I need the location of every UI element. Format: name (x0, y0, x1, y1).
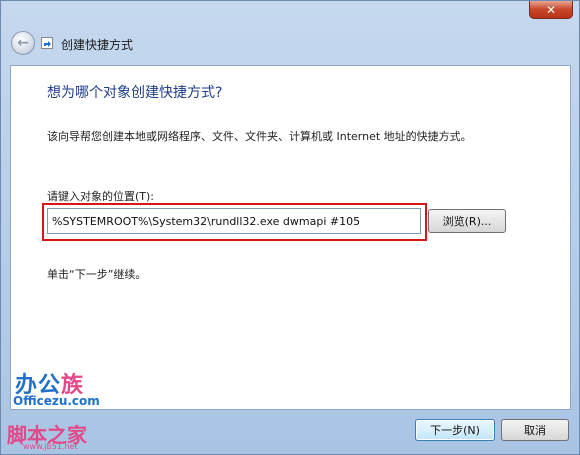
close-button[interactable]: ✕ (529, 1, 573, 19)
close-icon: ✕ (545, 2, 557, 17)
cancel-button[interactable]: 取消 (501, 419, 569, 441)
wizard-titlebar: ← 创建快捷方式 (1, 23, 579, 65)
continue-instruction: 单击“下一步”继续。 (47, 268, 147, 281)
wizard-description: 该向导帮您创建本地或网络程序、文件、文件夹、计算机或 Internet 地址的快… (47, 130, 472, 143)
next-button[interactable]: 下一步(N) (415, 419, 495, 441)
location-label: 请键入对象的位置(T): (47, 190, 155, 203)
watermark-domain: Officezu.com (13, 394, 100, 408)
browse-button[interactable]: 浏览(R)... (428, 209, 506, 233)
back-arrow-icon: ← (17, 35, 29, 51)
location-input[interactable] (47, 208, 421, 234)
back-button[interactable]: ← (11, 31, 35, 55)
shortcut-icon (41, 37, 53, 49)
wizard-content: 想为哪个对象创建快捷方式? 该向导帮您创建本地或网络程序、文件、文件夹、计算机或… (10, 65, 571, 410)
watermark-site-url: www.jb51.net (23, 442, 78, 451)
window-title: 创建快捷方式 (61, 38, 134, 52)
wizard-window: ✕ ← 创建快捷方式 想为哪个对象创建快捷方式? 该向导帮您创建本地或网络程序、… (0, 0, 580, 455)
page-heading: 想为哪个对象创建快捷方式? (47, 85, 223, 101)
